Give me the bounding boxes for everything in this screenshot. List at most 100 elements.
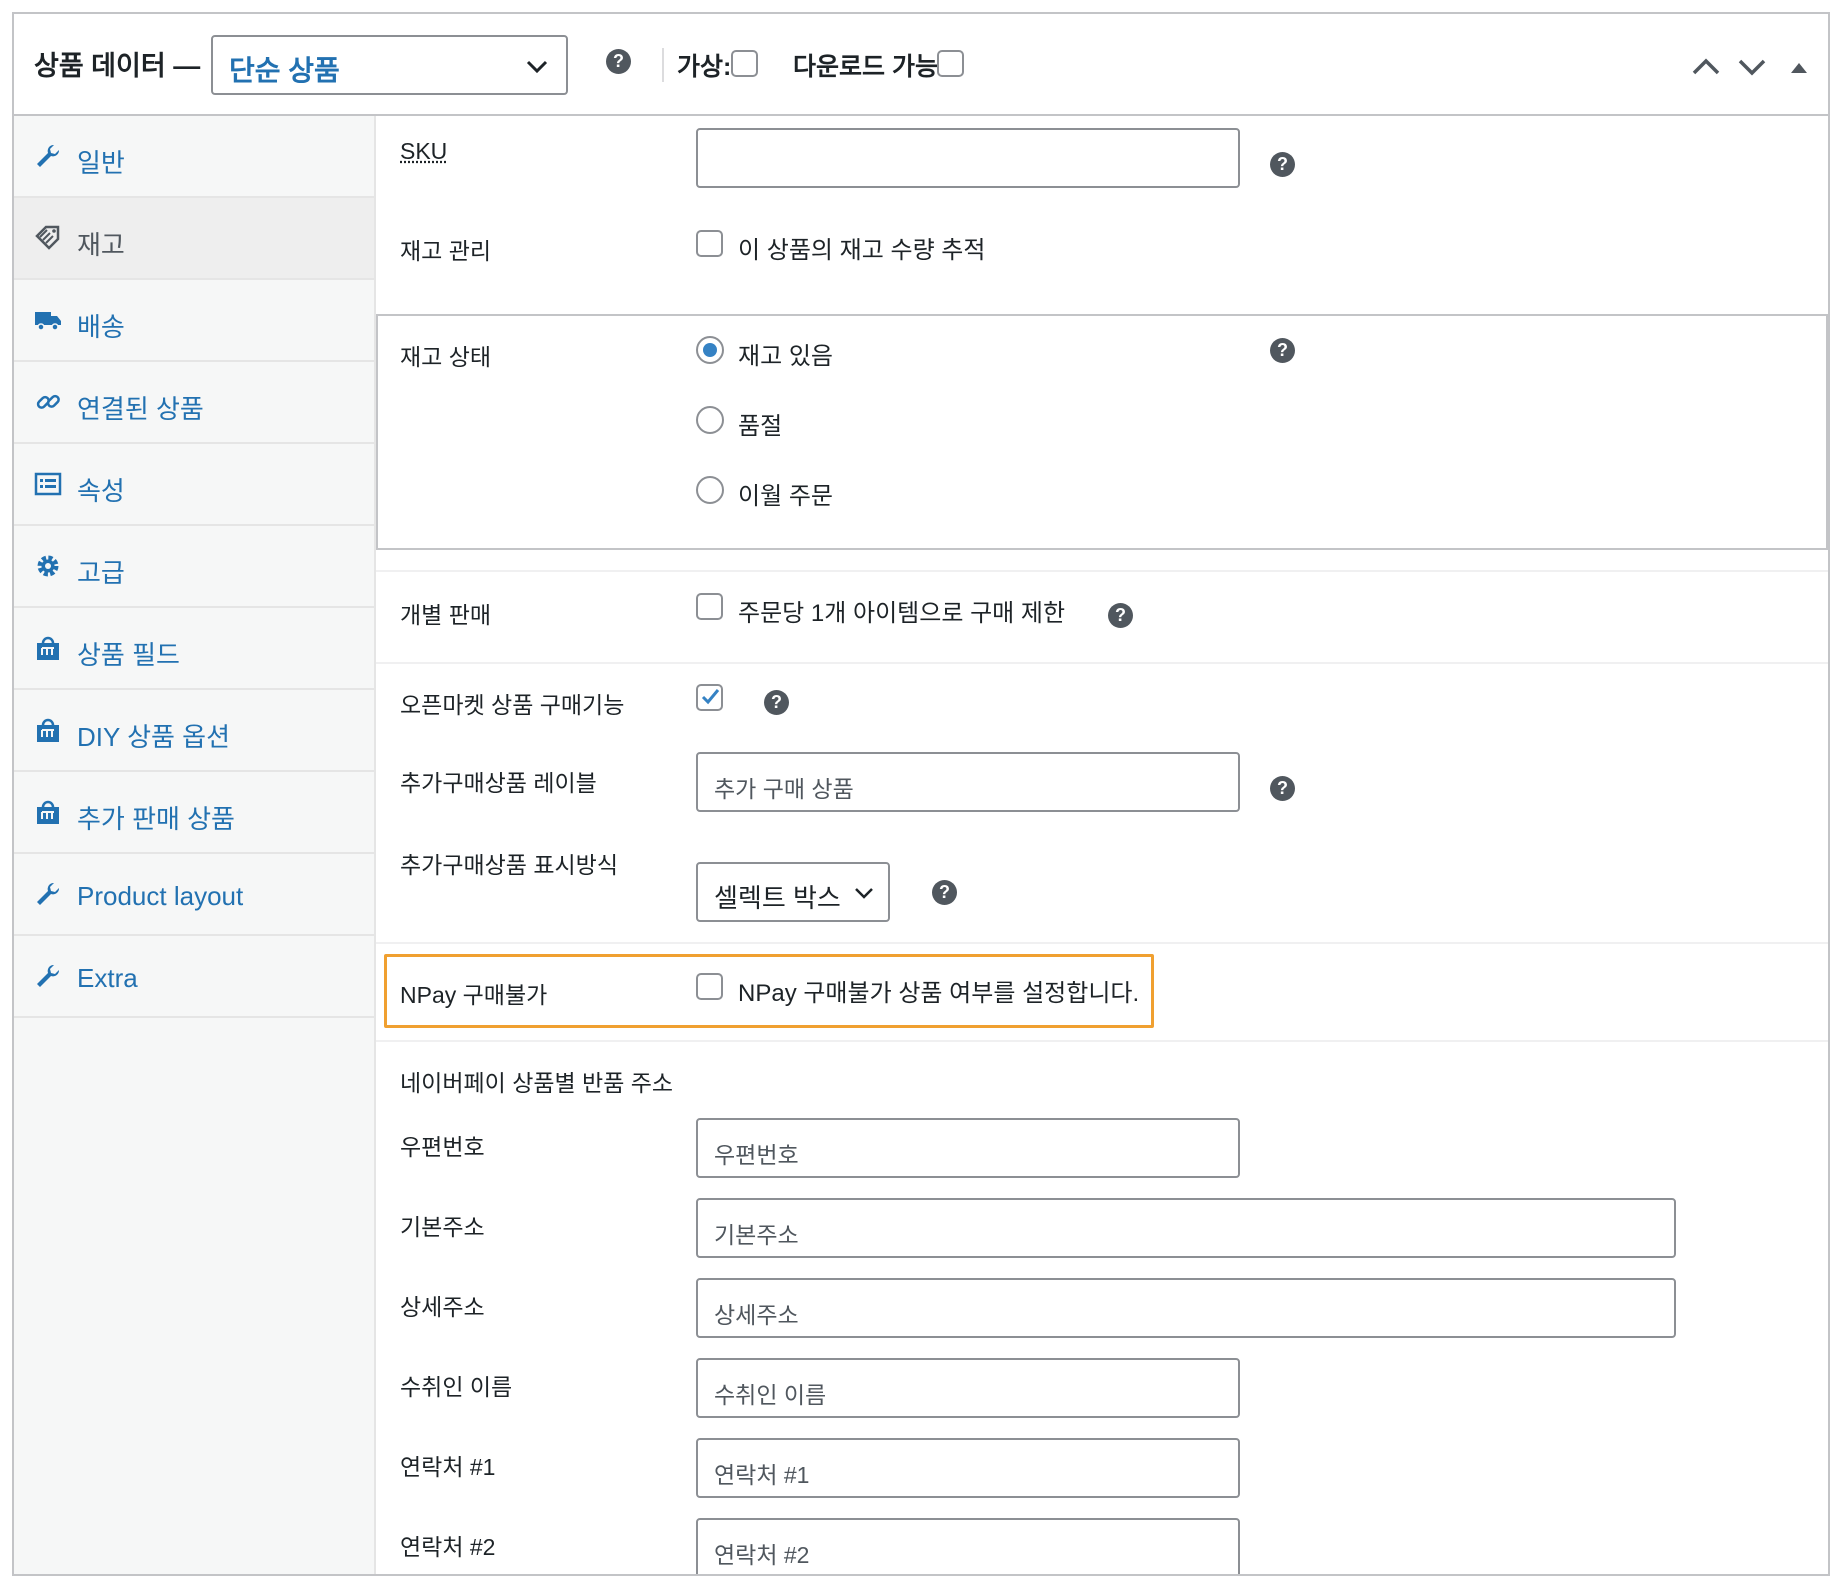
detail-address-label: 상세주소	[400, 1294, 485, 1320]
link-icon	[36, 394, 60, 409]
manage-stock-checkbox[interactable]	[696, 230, 723, 257]
panel-title: 상품 데이터 —	[34, 51, 201, 81]
sidebar-item-label: 속성	[77, 476, 125, 506]
sidebar-item-label: Extra	[77, 963, 138, 993]
sidebar-item-label: DIY 상품 옵션	[77, 722, 230, 752]
wrench-icon	[37, 882, 60, 905]
openmarket-label: 오픈마켓 상품 구매기능	[400, 692, 625, 718]
openmarket-checkbox[interactable]	[696, 684, 723, 711]
help-icon[interactable]: ?	[1108, 603, 1133, 628]
sidebar-item-product-layout[interactable]: Product layout	[14, 854, 374, 936]
sidebar-item-upsell-products[interactable]: 추가 판매 상품	[14, 772, 374, 854]
sold-individually-label: 개별 판매	[400, 602, 492, 628]
sidebar-item-label: 추가 판매 상품	[77, 804, 235, 834]
sidebar-item-inventory[interactable]: 재고	[14, 198, 374, 280]
sidebar-item-extra[interactable]: Extra	[14, 936, 374, 1018]
product-type-value: 단순 상품	[229, 55, 340, 86]
sidebar-item-label: Product layout	[77, 881, 244, 911]
inventory-panel: SKU ? 재고 관리 이 상품의 재고 수량 추적 재고 상태 재고 있음 ?…	[376, 116, 1828, 1574]
address-input[interactable]: 기본주소	[696, 1198, 1676, 1258]
return-address-section-label: 네이버페이 상품별 반품 주소	[400, 1070, 674, 1096]
chevron-down-icon	[526, 60, 548, 74]
stock-instock-radio[interactable]	[696, 336, 724, 364]
address-label: 기본주소	[400, 1214, 485, 1240]
extra-display-value: 셀렉트 박스	[714, 883, 841, 913]
help-icon[interactable]: ?	[1270, 338, 1295, 363]
sidebar-item-label: 배송	[77, 312, 125, 342]
stock-backorder-radio[interactable]	[696, 476, 724, 504]
stock-status-section	[376, 314, 1828, 550]
help-icon[interactable]: ?	[1270, 152, 1295, 177]
gear-icon	[37, 555, 59, 577]
stock-instock-text: 재고 있음	[738, 343, 833, 370]
section-divider	[376, 942, 1828, 944]
sidebar-item-linked-products[interactable]: 연결된 상품	[14, 362, 374, 444]
manage-stock-text: 이 상품의 재고 수량 추적	[738, 237, 986, 264]
sidebar-item-diy-options[interactable]: DIY 상품 옵션	[14, 690, 374, 772]
wrench-icon	[37, 964, 60, 987]
list-icon	[34, 472, 62, 496]
virtual-checkbox[interactable]	[731, 50, 758, 77]
collapse-triangle-icon[interactable]	[1782, 52, 1816, 82]
sidebar-item-label: 일반	[77, 148, 125, 178]
postcode-input[interactable]: 우편번호	[696, 1118, 1240, 1178]
stock-outofstock-text: 품절	[738, 413, 783, 440]
stock-backorder-text: 이월 주문	[738, 483, 833, 510]
sold-individually-text: 주문당 1개 아이템으로 구매 제한	[738, 600, 1066, 627]
sidebar-item-label: 재고	[77, 230, 125, 260]
shop-bag-icon	[37, 800, 59, 824]
extra-label-input[interactable]: 추가 구매 상품	[696, 752, 1240, 812]
sold-individually-checkbox[interactable]	[696, 593, 723, 620]
extra-display-label: 추가구매상품 표시방식	[400, 852, 618, 878]
header-divider	[662, 48, 664, 82]
shop-bag-icon	[37, 718, 59, 742]
extra-label-label: 추가구매상품 레이블	[400, 770, 597, 796]
contact2-label: 연락처 #2	[400, 1534, 496, 1560]
sku-input[interactable]	[696, 128, 1240, 188]
tag-icon	[35, 225, 60, 250]
downloadable-checkbox[interactable]	[937, 50, 964, 77]
chevron-up-icon[interactable]	[1689, 52, 1723, 82]
truck-icon	[35, 312, 61, 331]
postcode-label: 우편번호	[400, 1134, 485, 1160]
manage-stock-label: 재고 관리	[400, 238, 492, 264]
recipient-label: 수취인 이름	[400, 1374, 513, 1400]
contact1-label: 연락처 #1	[400, 1454, 496, 1480]
sidebar-item-attributes[interactable]: 속성	[14, 444, 374, 526]
section-divider	[376, 662, 1828, 664]
sidebar-item-advanced[interactable]: 고급	[14, 526, 374, 608]
sidebar-item-label: 고급	[77, 558, 125, 588]
section-divider	[376, 570, 1828, 572]
chevron-down-icon[interactable]	[1735, 52, 1769, 82]
sidebar-item-shipping[interactable]: 배송	[14, 280, 374, 362]
help-icon[interactable]: ?	[606, 49, 631, 74]
section-divider	[376, 1040, 1828, 1042]
checkmark-icon	[701, 689, 720, 705]
product-type-select[interactable]: 단순 상품	[211, 35, 568, 95]
sku-label: SKU	[400, 138, 448, 164]
sidebar: 일반 재고 배송 연결된 상품 속성 고급 상품 필드 DIY 상품 옵션 추가…	[14, 116, 376, 1574]
sidebar-item-label: 상품 필드	[77, 640, 180, 670]
stock-status-label: 재고 상태	[400, 344, 492, 370]
wrench-icon	[37, 144, 60, 167]
npay-checkbox[interactable]	[696, 973, 723, 1000]
help-icon[interactable]: ?	[932, 880, 957, 905]
detail-address-input[interactable]: 상세주소	[696, 1278, 1676, 1338]
npay-text: NPay 구매불가 상품 여부를 설정합니다.	[738, 980, 1140, 1007]
sidebar-item-label: 연결된 상품	[77, 394, 204, 424]
product-data-panel: 상품 데이터 — 단순 상품 ? 가상: 다운로드 가능: 일반 재고 배송 연…	[12, 12, 1830, 1576]
sidebar-item-product-fields[interactable]: 상품 필드	[14, 608, 374, 690]
help-icon[interactable]: ?	[1270, 776, 1295, 801]
contact2-input[interactable]: 연락처 #2	[696, 1518, 1240, 1574]
recipient-input[interactable]: 수취인 이름	[696, 1358, 1240, 1418]
npay-label: NPay 구매불가	[400, 982, 548, 1008]
chevron-down-icon	[855, 888, 873, 899]
stock-outofstock-radio[interactable]	[696, 406, 724, 434]
sidebar-item-general[interactable]: 일반	[14, 116, 374, 198]
downloadable-label: 다운로드 가능:	[793, 53, 947, 81]
virtual-label: 가상:	[677, 53, 732, 81]
panel-header: 상품 데이터 — 단순 상품 ? 가상: 다운로드 가능:	[14, 14, 1828, 116]
extra-display-select[interactable]: 셀렉트 박스	[696, 862, 890, 922]
contact1-input[interactable]: 연락처 #1	[696, 1438, 1240, 1498]
help-icon[interactable]: ?	[764, 690, 789, 715]
